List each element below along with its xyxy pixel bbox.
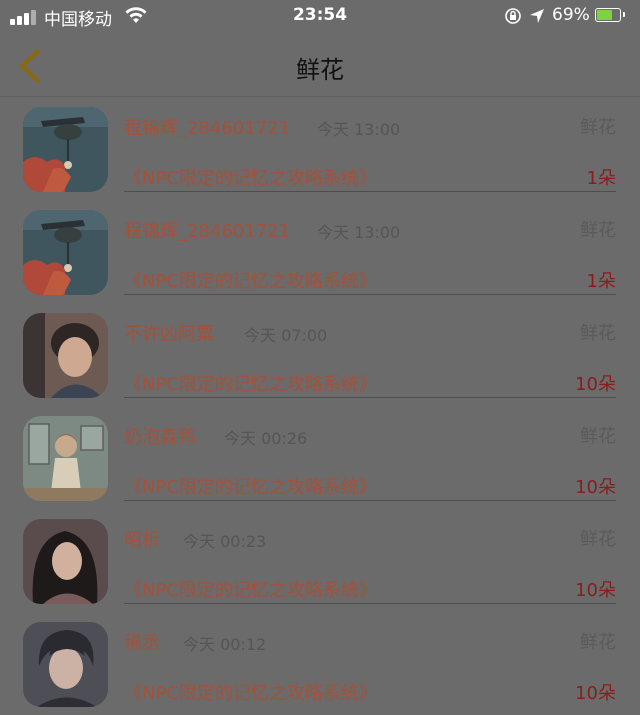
timestamp: 今天 00:12 [183, 635, 267, 654]
user-name[interactable]: 程锦辉_284601721 [124, 217, 290, 243]
avatar[interactable] [23, 622, 108, 707]
gift-count: 1朵 [586, 168, 616, 189]
status-bar: 中国移动 23:54 69% [0, 0, 640, 32]
battery-fill [597, 10, 612, 20]
user-name[interactable]: 奶泡森鸭 [124, 423, 196, 449]
book-title-link[interactable]: 《NPC限定的记忆之攻略系统》 [124, 164, 377, 190]
timestamp: 今天 13:00 [317, 120, 401, 139]
book-title-link[interactable]: 《NPC限定的记忆之攻略系统》 [124, 267, 377, 293]
gift-count: 10朵 [575, 580, 616, 601]
gift-type: 鲜花 [580, 426, 616, 447]
rotation-lock-icon [505, 8, 521, 24]
navigation-bar: 鲜花 [0, 32, 640, 97]
gift-count: 10朵 [575, 683, 616, 704]
location-arrow-icon [530, 9, 544, 23]
avatar[interactable] [23, 107, 108, 192]
avatar[interactable] [23, 210, 108, 295]
gift-count: 10朵 [575, 374, 616, 395]
battery-percent: 69% [552, 5, 590, 25]
timestamp: 今天 00:26 [224, 429, 308, 448]
gift-count: 1朵 [586, 271, 616, 292]
book-title-link[interactable]: 《NPC限定的记忆之攻略系统》 [124, 370, 377, 396]
list-item[interactable]: 程锦辉_284601721 今天 13:00 鲜花 《NPC限定的记忆之攻略系统… [0, 200, 640, 303]
page-title: 鲜花 [296, 56, 344, 84]
timestamp: 今天 07:00 [244, 326, 328, 345]
book-title-link[interactable]: 《NPC限定的记忆之攻略系统》 [124, 473, 377, 499]
book-title-link[interactable]: 《NPC限定的记忆之攻略系统》 [124, 576, 377, 602]
gift-type: 鲜花 [580, 117, 616, 138]
user-name[interactable]: 不许凶阿粟 [124, 320, 214, 346]
user-name[interactable]: 程锦辉_284601721 [124, 114, 290, 140]
list-item[interactable]: 昭析 今天 00:23 鲜花 《NPC限定的记忆之攻略系统》 10朵 [0, 509, 640, 612]
timestamp: 今天 13:00 [317, 223, 401, 242]
gift-type: 鲜花 [580, 529, 616, 550]
list-item[interactable]: 稀丞 今天 00:12 鲜花 《NPC限定的记忆之攻略系统》 10朵 [0, 612, 640, 715]
list-item[interactable]: 程锦辉_284601721 今天 13:00 鲜花 《NPC限定的记忆之攻略系统… [0, 97, 640, 200]
divider [124, 294, 616, 295]
book-title-link[interactable]: 《NPC限定的记忆之攻略系统》 [124, 679, 377, 705]
gift-type: 鲜花 [580, 632, 616, 653]
user-name[interactable]: 昭析 [124, 526, 160, 552]
divider [124, 397, 616, 398]
list-item[interactable]: 奶泡森鸭 今天 00:26 鲜花 《NPC限定的记忆之攻略系统》 10朵 [0, 406, 640, 509]
timestamp: 今天 00:23 [183, 532, 267, 551]
gift-type: 鲜花 [580, 323, 616, 344]
battery-charging-icon [595, 8, 625, 22]
divider [124, 603, 616, 604]
user-name[interactable]: 稀丞 [124, 629, 160, 655]
gift-count: 10朵 [575, 477, 616, 498]
avatar[interactable] [23, 313, 108, 398]
avatar[interactable] [23, 519, 108, 604]
list-item[interactable]: 不许凶阿粟 今天 07:00 鲜花 《NPC限定的记忆之攻略系统》 10朵 [0, 303, 640, 406]
avatar[interactable] [23, 416, 108, 501]
gift-type: 鲜花 [580, 220, 616, 241]
divider [124, 191, 616, 192]
divider [124, 500, 616, 501]
